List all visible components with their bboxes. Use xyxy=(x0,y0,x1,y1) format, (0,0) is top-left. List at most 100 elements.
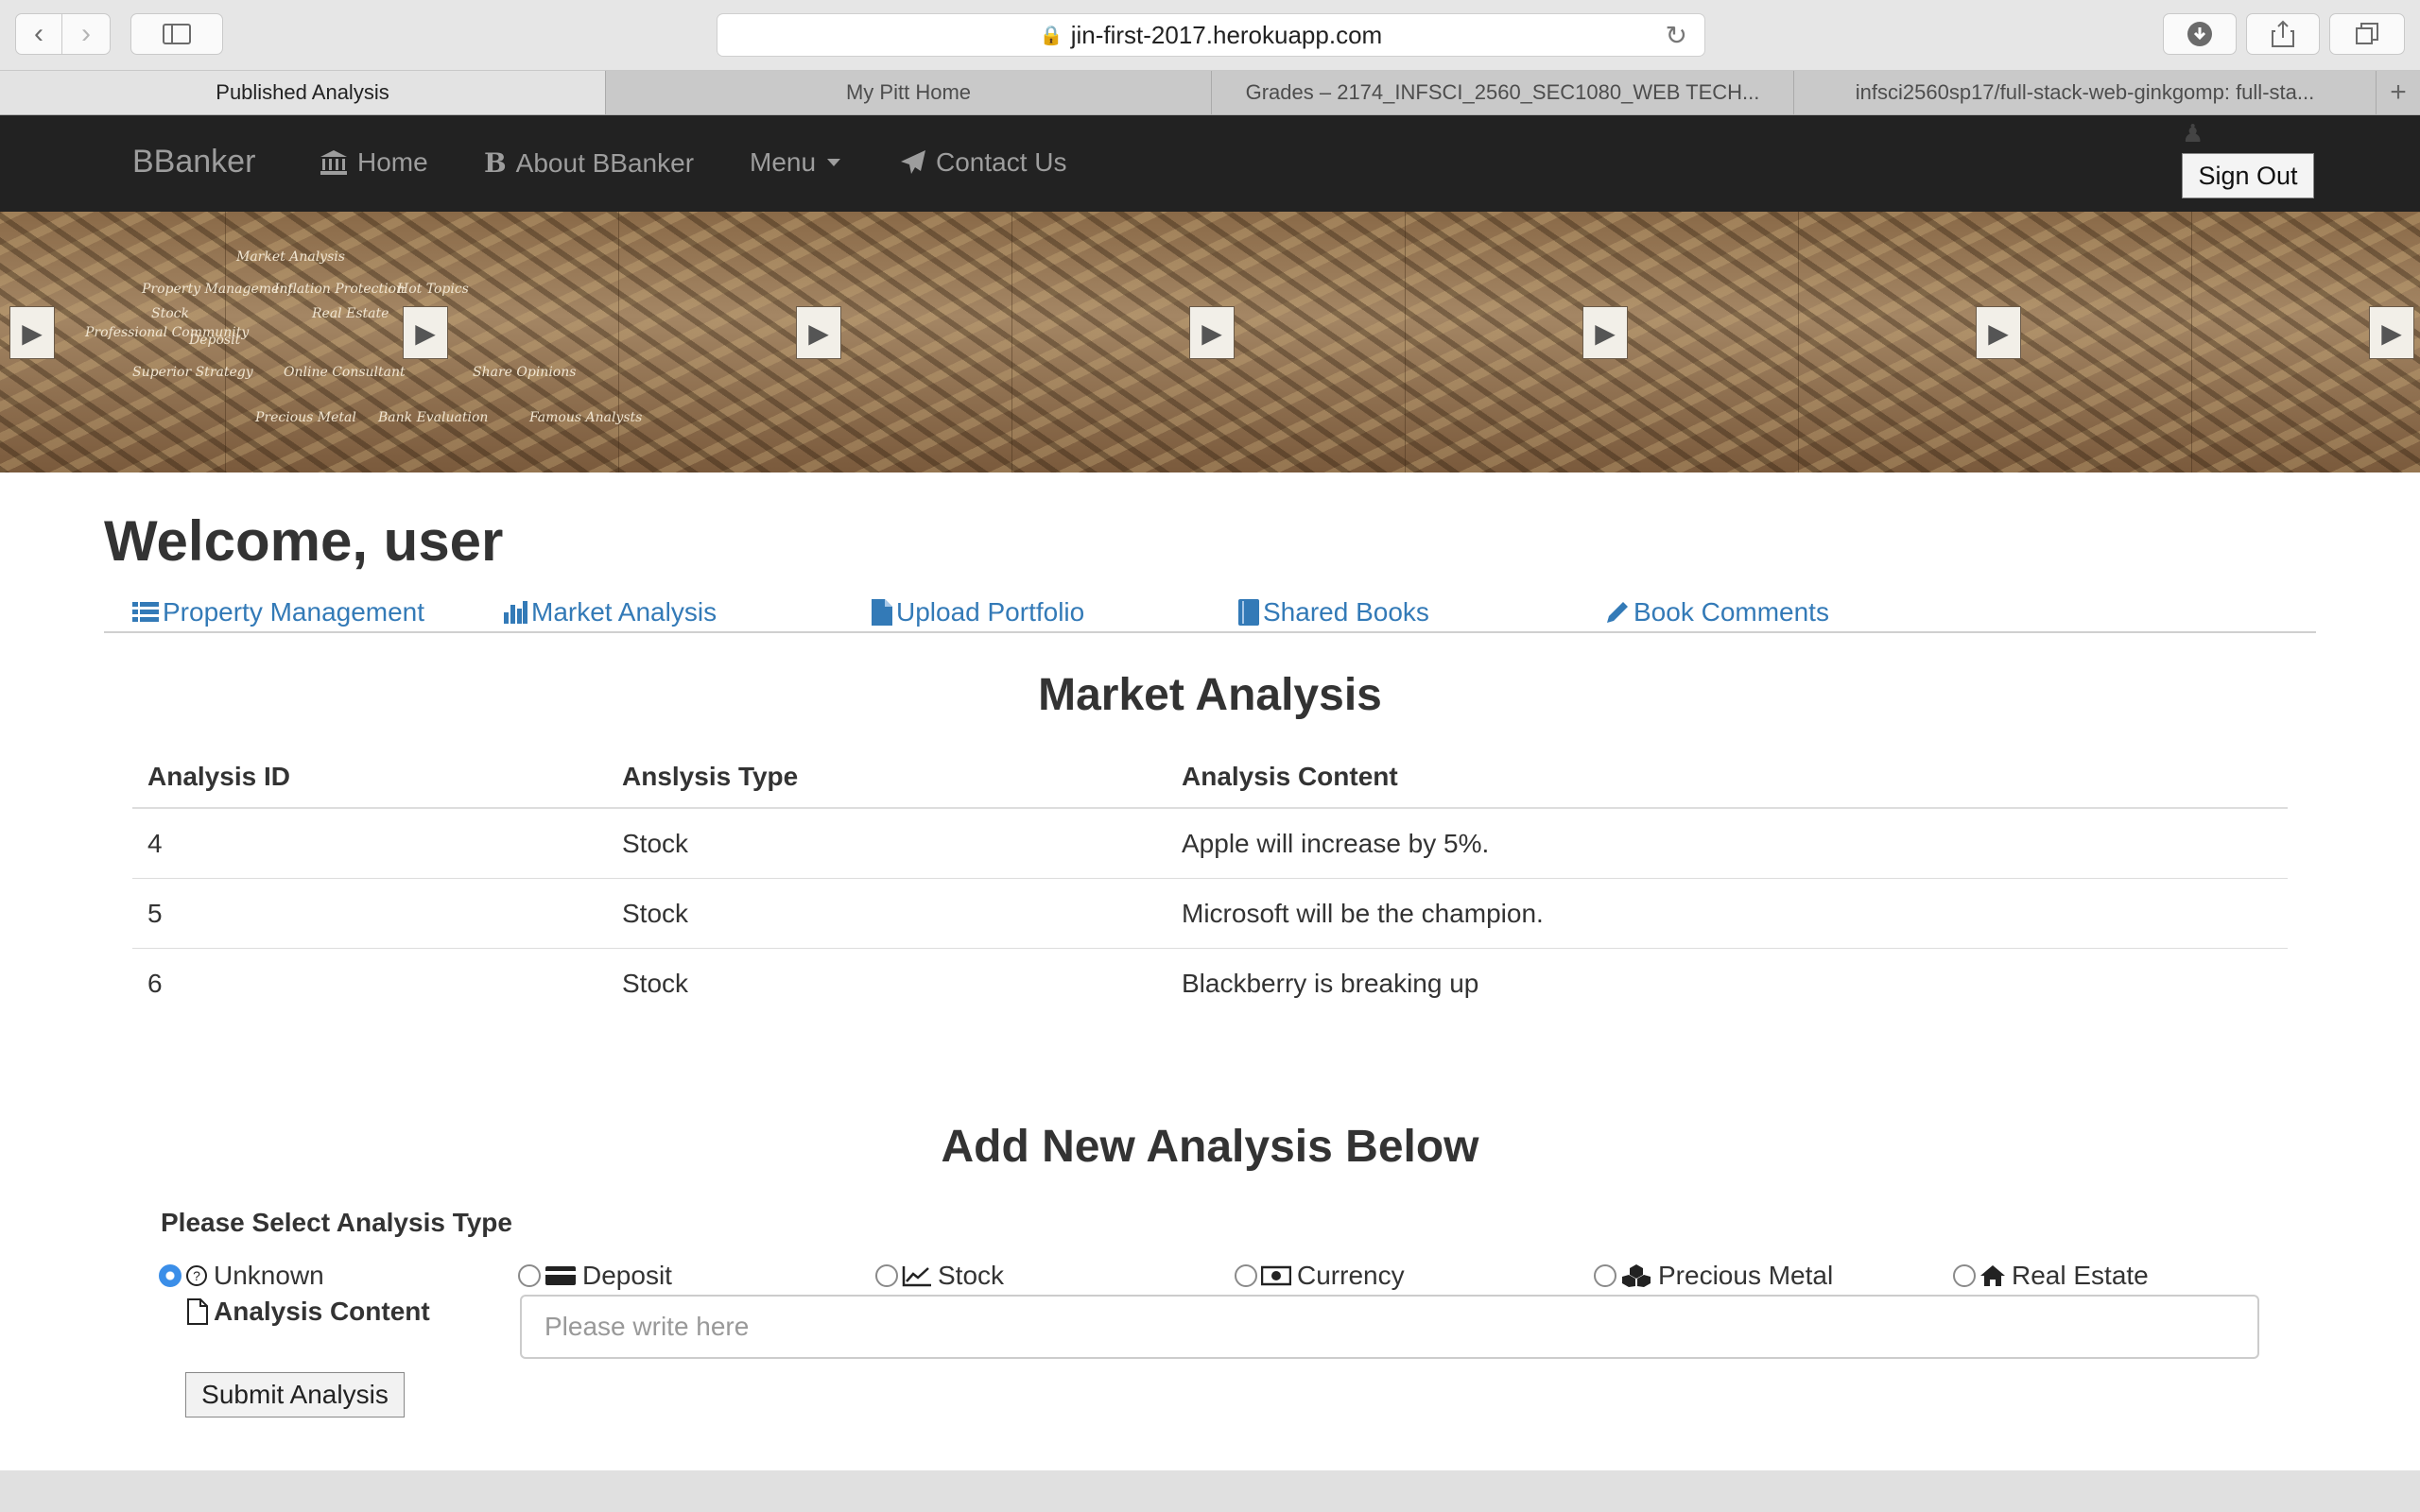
banner-word: Property Management xyxy=(142,282,293,297)
nav-contact[interactable]: Contact Us xyxy=(900,147,1067,178)
reload-icon[interactable]: ↻ xyxy=(1666,20,1687,51)
radio-deposit[interactable]: Deposit xyxy=(518,1261,672,1291)
list-icon xyxy=(132,602,159,622)
bbanker-logo-icon: ▶ xyxy=(1189,306,1235,359)
cubes-icon xyxy=(1622,1264,1651,1287)
subnav-property-management[interactable]: Property Management xyxy=(132,597,424,627)
sidebar-toggle-button[interactable] xyxy=(130,13,223,55)
radio-label: Currency xyxy=(1297,1261,1405,1290)
browser-chrome: ‹ › 🔒 jin-first-2017.herokuapp.com ↻ Pub… xyxy=(0,0,2420,115)
dashboard-subnav: Property Management Market Analysis Uplo… xyxy=(104,592,2316,633)
chevron-right-icon: › xyxy=(81,18,91,49)
table-row: 5 Stock Microsoft will be the champion. xyxy=(132,879,2288,949)
banner-word: Inflation Protection xyxy=(274,282,406,297)
banner-word: Superior Strategy xyxy=(132,365,253,380)
radio-button[interactable] xyxy=(1594,1264,1616,1287)
home-icon xyxy=(1980,1265,2005,1286)
banner-word: Precious Metal xyxy=(255,410,356,425)
page-footer xyxy=(0,1470,2420,1512)
radio-stock[interactable]: Stock xyxy=(875,1261,1004,1291)
cell-analysis-type: Stock xyxy=(622,898,689,928)
radio-precious-metal[interactable]: Precious Metal xyxy=(1594,1261,1833,1291)
address-bar[interactable]: 🔒 jin-first-2017.herokuapp.com ↻ xyxy=(717,13,1705,57)
nav-home[interactable]: Home xyxy=(320,147,428,178)
tab-label: Grades – 2174_INFSCI_2560_SEC1080_WEB TE… xyxy=(1245,80,1760,104)
radio-label: Deposit xyxy=(582,1261,672,1290)
analysis-type-label: Please Select Analysis Type xyxy=(161,1208,512,1237)
cell-analysis-id: 5 xyxy=(147,898,163,928)
forward-button[interactable]: › xyxy=(61,13,111,55)
tab-label: My Pitt Home xyxy=(845,80,972,104)
chevron-left-icon: ‹ xyxy=(34,18,43,49)
nav-about[interactable]: B About BBanker xyxy=(484,147,694,179)
sign-out-button[interactable]: Sign Out xyxy=(2182,153,2314,198)
subnav-upload-portfolio[interactable]: Upload Portfolio xyxy=(872,597,1084,627)
tabs-icon xyxy=(2356,23,2378,44)
radio-button[interactable] xyxy=(1235,1264,1257,1287)
caret-down-icon xyxy=(827,159,841,166)
radio-button[interactable] xyxy=(518,1264,541,1287)
column-header: Analysis Content xyxy=(1182,762,1398,791)
table-row: 6 Stock Blackberry is breaking up xyxy=(132,949,2288,1019)
nav-contact-label: Contact Us xyxy=(936,147,1067,177)
nav-home-label: Home xyxy=(357,147,428,177)
url-text: jin-first-2017.herokuapp.com xyxy=(1070,20,1383,49)
download-button[interactable] xyxy=(2163,13,2237,55)
nav-menu-dropdown[interactable]: Menu xyxy=(750,147,841,178)
brand-link[interactable]: BBanker xyxy=(132,144,255,180)
question-circle-icon: ? xyxy=(186,1265,207,1286)
banner-word: Deposit xyxy=(189,333,241,348)
bbanker-logo-icon: ▶ xyxy=(9,306,55,359)
browser-tab[interactable]: Published Analysis xyxy=(0,71,606,114)
bbanker-logo-icon: ▶ xyxy=(1582,306,1628,359)
radio-unknown[interactable]: ? Unknown xyxy=(159,1261,324,1291)
radio-button[interactable] xyxy=(1953,1264,1976,1287)
download-icon xyxy=(2187,22,2212,46)
add-analysis-title: Add New Analysis Below xyxy=(941,1122,1479,1172)
subnav-label: Book Comments xyxy=(1634,597,1829,627)
radio-real-estate[interactable]: Real Estate xyxy=(1953,1261,2149,1291)
subnav-label: Upload Portfolio xyxy=(896,597,1085,627)
banner-word: Market Analysis xyxy=(236,249,345,265)
radio-currency[interactable]: Currency xyxy=(1235,1261,1405,1291)
radio-label: Precious Metal xyxy=(1658,1261,1834,1290)
subnav-label: Market Analysis xyxy=(531,597,717,627)
table-header-row: Analysis ID Anslysis Type Analysis Conte… xyxy=(132,747,2288,809)
cell-analysis-content: Microsoft will be the champion. xyxy=(1182,898,1544,928)
browser-tab[interactable]: infsci2560sp17/full-stack-web-ginkgomp: … xyxy=(1794,71,2377,114)
browser-tab[interactable]: My Pitt Home xyxy=(606,71,1212,114)
svg-text:?: ? xyxy=(193,1268,200,1283)
bbanker-logo-icon: ▶ xyxy=(796,306,841,359)
bold-b-icon: B xyxy=(484,147,507,179)
file-outline-icon xyxy=(187,1298,208,1325)
radio-label: Unknown xyxy=(214,1261,324,1290)
tab-overview-button[interactable] xyxy=(2329,13,2405,55)
hero-banner: ▶ ▶ ▶ ▶ ▶ ▶ ▶ Market Analysis Inflation … xyxy=(0,212,2420,472)
nav-menu-label: Menu xyxy=(750,147,817,177)
subnav-book-comments[interactable]: Book Comments xyxy=(1605,597,1829,627)
cell-analysis-type: Stock xyxy=(622,828,689,858)
user-icon: ♟ xyxy=(2182,119,2204,147)
banner-word: Famous Analysts xyxy=(529,410,643,425)
submit-analysis-button[interactable]: Submit Analysis xyxy=(185,1372,405,1418)
subnav-label: Property Management xyxy=(163,597,425,627)
banner-word: Real Estate xyxy=(312,306,389,321)
browser-tab[interactable]: Grades – 2174_INFSCI_2560_SEC1080_WEB TE… xyxy=(1212,71,1794,114)
radio-button[interactable] xyxy=(875,1264,898,1287)
banner-word: Bank Evaluation xyxy=(378,410,489,425)
bbanker-logo-icon: ▶ xyxy=(2369,306,2414,359)
subnav-shared-books[interactable]: Shared Books xyxy=(1238,597,1429,627)
lock-icon: 🔒 xyxy=(1039,25,1063,46)
analysis-content-input[interactable] xyxy=(520,1295,2259,1359)
back-button[interactable]: ‹ xyxy=(15,13,62,55)
radio-button[interactable] xyxy=(159,1264,182,1287)
share-button[interactable] xyxy=(2246,13,2320,55)
new-tab-button[interactable]: + xyxy=(2377,71,2420,114)
subnav-market-analysis[interactable]: Market Analysis xyxy=(503,597,717,627)
cell-analysis-type: Stock xyxy=(622,969,689,998)
market-analysis-title: Market Analysis xyxy=(1038,670,1382,720)
radio-label: Stock xyxy=(938,1261,1005,1290)
bbanker-logo-icon: ▶ xyxy=(1976,306,2021,359)
book-icon xyxy=(1238,599,1259,626)
banner-word: Hot Topics xyxy=(397,282,469,297)
